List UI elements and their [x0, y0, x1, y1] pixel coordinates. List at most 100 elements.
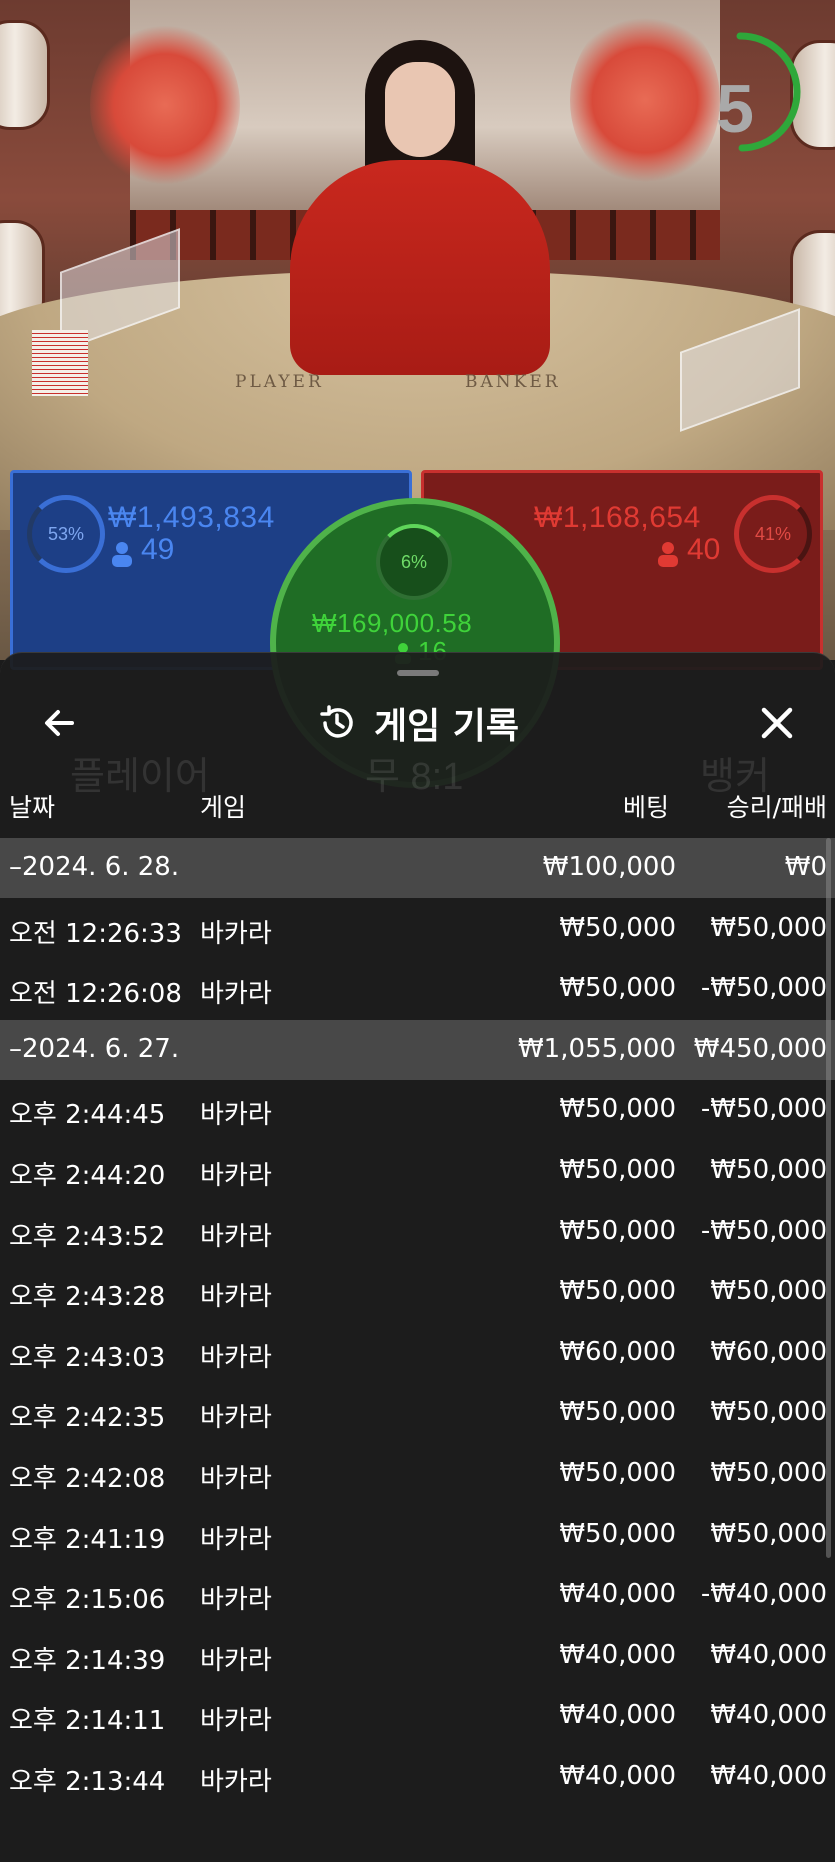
history-row: 오후 2:15:06 바카라 ₩40,000 -₩40,000: [0, 1565, 835, 1625]
row-bet: ₩50,000: [559, 1397, 676, 1428]
row-game: 바카라: [200, 1585, 272, 1616]
row-time: 오후 2:42:35: [9, 1403, 166, 1434]
history-row: 오후 2:44:45 바카라 ₩50,000 -₩50,000: [0, 1080, 835, 1140]
row-game: 바카라: [200, 1403, 272, 1434]
row-win-loss: -₩50,000: [700, 1094, 827, 1125]
column-header-win-loss: 승리/패배: [726, 793, 827, 822]
row-game: 바카라: [200, 1161, 272, 1191]
person-icon: [657, 541, 679, 567]
history-row: 오후 2:42:08 바카라 ₩50,000 ₩50,000: [0, 1444, 835, 1504]
row-bet: ₩60,000: [559, 1336, 676, 1367]
dealer-face: [385, 62, 455, 157]
banker-count: 40: [687, 533, 721, 566]
row-time: 오전 12:26:33: [9, 918, 182, 949]
row-bet: ₩40,000: [559, 1700, 676, 1731]
scrollbar[interactable]: [826, 838, 831, 1558]
history-row: 오후 2:41:19 바카라 ₩50,000 ₩50,000: [0, 1505, 835, 1565]
history-icon: [320, 705, 353, 738]
blossom-right: [570, 10, 720, 190]
row-time: 오후 2:14:11: [9, 1706, 166, 1737]
table-label-banker: BANKER: [465, 372, 561, 392]
row-time: 오후 2:44:45: [9, 1100, 166, 1131]
row-bet: ₩100,000: [542, 852, 676, 882]
row-win-loss: ₩50,000: [710, 1458, 827, 1488]
row-bet: ₩50,000: [559, 1276, 676, 1307]
row-win-loss: ₩40,000: [710, 1761, 827, 1791]
history-date-group-row[interactable]: –2024. 6. 27. ₩1,055,000 ₩450,000: [0, 1019, 835, 1080]
lantern-left-top: [0, 20, 50, 130]
row-win-loss: -₩40,000: [700, 1579, 827, 1610]
row-time: 오후 2:14:39: [9, 1645, 166, 1676]
history-row: 오후 2:43:28 바카라 ₩50,000 ₩50,000: [0, 1262, 835, 1322]
row-time: 오후 2:41:19: [9, 1524, 166, 1555]
ghost-label-tie: 무 8:1: [365, 756, 464, 798]
row-game: 바카라: [200, 918, 272, 949]
row-win-loss: ₩50,000: [710, 1276, 827, 1307]
history-row: 오후 2:44:20 바카라 ₩50,000 ₩50,000: [0, 1141, 835, 1201]
row-win-loss: ₩50,000: [710, 1518, 827, 1549]
sheet-drag-handle[interactable]: [397, 670, 439, 676]
row-game: 바카라: [200, 1645, 272, 1676]
history-row: 오후 2:43:03 바카라 ₩60,000 ₩60,000: [0, 1323, 835, 1383]
row-time: 오후 2:13:44: [9, 1767, 166, 1797]
countdown-timer: 5: [700, 30, 805, 155]
row-time: 오후 2:15:06: [9, 1585, 166, 1616]
close-button[interactable]: [755, 701, 799, 745]
history-row: 오전 12:26:33 바카라 ₩50,000 ₩50,000: [0, 899, 835, 959]
banker-amount: ₩1,168,654: [534, 501, 701, 534]
history-row: 오후 2:13:44 바카라 ₩40,000 ₩40,000: [0, 1747, 835, 1807]
row-time: 오후 2:43:28: [9, 1282, 166, 1313]
column-header-bet: 베팅: [622, 793, 669, 822]
row-win-loss: ₩40,000: [710, 1700, 827, 1731]
row-time: 오후 2:42:08: [9, 1464, 166, 1494]
sheet-header: 게임 기록: [0, 693, 835, 753]
row-win-loss: ₩60,000: [710, 1336, 827, 1367]
row-win-loss: ₩50,000: [710, 912, 827, 943]
close-icon: [761, 707, 793, 739]
ghost-label-player: 플레이어: [70, 756, 210, 798]
countdown-number: 5: [716, 71, 754, 147]
table-label-player: PLAYER: [235, 372, 324, 392]
row-win-loss: ₩50,000: [710, 1397, 827, 1428]
column-header-date: 날짜: [9, 793, 56, 822]
row-time: 오후 2:44:20: [9, 1161, 166, 1191]
row-game: 바카라: [200, 1342, 272, 1373]
column-header-game: 게임: [200, 793, 247, 822]
history-row: 오전 12:26:08 바카라 ₩50,000 -₩50,000: [0, 959, 835, 1019]
row-bet: ₩40,000: [559, 1639, 676, 1670]
history-row: 오후 2:43:52 바카라 ₩50,000 -₩50,000: [0, 1202, 835, 1262]
person-icon: [111, 541, 133, 567]
row-time: 오후 2:43:03: [9, 1342, 166, 1373]
row-game: 바카라: [200, 1464, 272, 1494]
banker-percent-ring: 41%: [734, 495, 812, 573]
row-bet: ₩50,000: [559, 1518, 676, 1549]
game-history-sheet: 플레이어 무 8:1 뱅커 게임 기록 날짜 게임 베팅 승리/패배 –2024…: [0, 652, 835, 1862]
row-win-loss: -₩50,000: [700, 1215, 827, 1246]
row-game: 바카라: [200, 979, 272, 1010]
row-win-loss: ₩40,000: [710, 1639, 827, 1670]
row-bet: ₩50,000: [559, 1155, 676, 1185]
player-percent-ring: 53%: [27, 495, 105, 573]
row-bet: ₩40,000: [559, 1761, 676, 1791]
row-win-loss: -₩50,000: [700, 973, 827, 1004]
row-win-loss: ₩0: [784, 852, 827, 882]
row-time: 오전 12:26:08: [9, 979, 182, 1010]
row-bet: ₩40,000: [559, 1579, 676, 1610]
card-stack: [32, 330, 88, 396]
row-game: 바카라: [200, 1706, 272, 1737]
tie-amount: ₩169,000.58: [312, 608, 473, 638]
row-bet: ₩50,000: [559, 912, 676, 943]
row-time: –2024. 6. 28.: [9, 852, 180, 882]
row-game: 바카라: [200, 1100, 272, 1131]
row-game: 바카라: [200, 1282, 272, 1313]
row-game: 바카라: [200, 1767, 272, 1797]
history-row: 오후 2:14:39 바카라 ₩40,000 ₩40,000: [0, 1626, 835, 1686]
history-date-group-row[interactable]: –2024. 6. 28. ₩100,000 ₩0: [0, 838, 835, 898]
blossom-left: [90, 20, 240, 190]
sheet-title-group: 게임 기록: [0, 693, 835, 753]
player-amount: ₩1,493,834: [108, 501, 275, 534]
row-game: 바카라: [200, 1221, 272, 1252]
row-bet: ₩50,000: [559, 1458, 676, 1488]
row-win-loss: ₩50,000: [710, 1155, 827, 1185]
row-bet: ₩50,000: [559, 973, 676, 1004]
